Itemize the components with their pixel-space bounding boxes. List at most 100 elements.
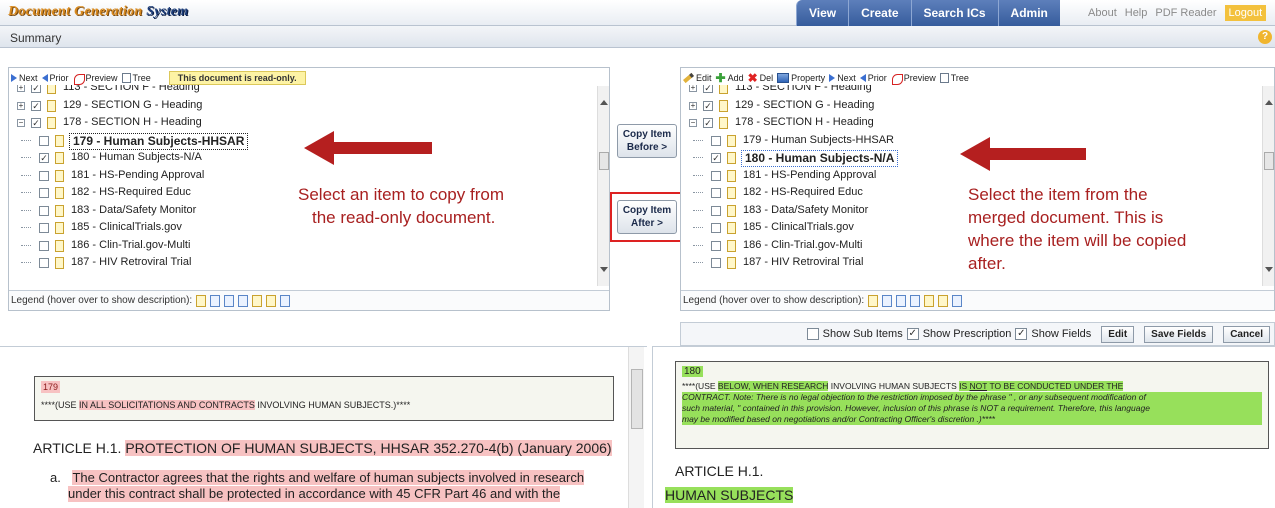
p-mid: INVOLVING HUMAN SUBJECTS (828, 381, 960, 391)
scroll-up-icon[interactable] (1265, 100, 1273, 105)
link-pdf-reader[interactable]: PDF Reader (1155, 7, 1216, 19)
right-prior-button[interactable]: Prior (859, 73, 887, 83)
scroll-down-icon[interactable] (600, 267, 608, 272)
left-preview-scrollbar[interactable] (628, 347, 644, 508)
tree-checkbox[interactable] (39, 240, 49, 251)
tree-row[interactable]: − ✓ 178 - SECTION H - Heading (683, 114, 1263, 132)
right-tree-button[interactable]: Tree (939, 73, 969, 83)
cancel-button[interactable]: Cancel (1223, 325, 1270, 343)
legend-document-icon (868, 294, 879, 307)
show-fields-label: Show Fields (1031, 328, 1092, 340)
tree-checkbox[interactable] (39, 135, 49, 146)
tree-row[interactable]: − ✓ 178 - SECTION H - Heading (11, 114, 591, 132)
tree-checkbox[interactable] (39, 205, 49, 216)
tree-checkbox[interactable] (711, 170, 721, 181)
tree-row[interactable]: 187 - HIV Retroviral Trial (11, 254, 591, 272)
copy-item-after-button[interactable]: Copy Item After > (617, 200, 677, 234)
nav-create[interactable]: Create (848, 0, 911, 26)
tree-label: Tree (950, 73, 969, 83)
legend-label: Legend (hover over to show description): (11, 295, 193, 306)
nav-admin[interactable]: Admin (997, 0, 1060, 26)
tree-checkbox[interactable]: ✓ (703, 118, 713, 128)
link-about[interactable]: About (1088, 7, 1117, 19)
app-logo: Document Generation System (8, 4, 189, 20)
expand-icon[interactable]: + (17, 85, 25, 92)
edit-button[interactable]: Edit (1101, 325, 1135, 343)
scroll-thumb[interactable] (631, 369, 643, 429)
scroll-thumb[interactable] (599, 152, 609, 170)
show-fields-checkbox[interactable]: ✓ (1015, 328, 1028, 340)
tree-checkbox[interactable] (39, 258, 49, 268)
left-tree-button[interactable]: Tree (121, 73, 151, 83)
tree-checkbox[interactable]: ✓ (711, 153, 721, 163)
tree-row-selected[interactable]: 179 - Human Subjects-HHSAR (11, 132, 591, 150)
tree-checkbox[interactable] (711, 205, 721, 216)
right-add-button[interactable]: ✚ Add (716, 72, 744, 84)
tree-checkbox[interactable] (39, 188, 49, 198)
tree-connector (21, 262, 31, 263)
save-fields-button[interactable]: Save Fields (1144, 325, 1214, 343)
right-del-button[interactable]: ✖ Del (748, 72, 774, 84)
item-number: 179 (41, 381, 61, 393)
document-icon (727, 239, 736, 252)
tree-item-label: 113 - SECTION F - Heading (735, 85, 872, 93)
prescription-box: 180 ****(USE BELOW, WHEN RESEARCH INVOLV… (675, 361, 1269, 449)
expand-icon[interactable]: + (17, 101, 25, 110)
tree-connector (21, 157, 31, 158)
right-next-button[interactable]: Next (829, 73, 856, 83)
tree-row[interactable]: ✓ 180 - Human Subjects-N/A (11, 149, 591, 167)
next-arrow-icon (829, 74, 836, 82)
show-prescription-checkbox[interactable]: ✓ (906, 328, 919, 340)
tree-checkbox[interactable] (711, 135, 721, 146)
left-preview-button[interactable]: Preview (73, 73, 118, 85)
right-tree-scrollbar[interactable] (1262, 86, 1274, 286)
tree-checkbox[interactable]: ✓ (31, 85, 41, 93)
logout-link[interactable]: Logout (1224, 5, 1267, 21)
top-links: About Help PDF Reader Logout (1088, 0, 1267, 26)
tree-row[interactable]: 186 - Clin-Trial.gov-Multi (11, 237, 591, 255)
tree-checkbox[interactable] (711, 240, 721, 251)
tree-checkbox[interactable]: ✓ (39, 153, 49, 163)
callout-line: the read-only document. (312, 208, 496, 227)
tree-row[interactable]: + ✓ 129 - SECTION G - Heading (11, 97, 591, 115)
help-icon[interactable]: ? (1258, 30, 1272, 44)
tree-row[interactable]: + ✓ 113 - SECTION F - Heading (683, 85, 1263, 97)
left-prior-button[interactable]: Prior (41, 73, 69, 83)
scroll-thumb[interactable] (1264, 152, 1274, 170)
tree-checkbox[interactable]: ✓ (31, 100, 41, 111)
scroll-up-icon[interactable] (600, 100, 608, 105)
tree-checkbox[interactable]: ✓ (31, 118, 41, 128)
tree-checkbox[interactable]: ✓ (703, 100, 713, 111)
tree-row[interactable]: + ✓ 113 - SECTION F - Heading (11, 85, 591, 97)
tree-row[interactable]: 181 - HS-Pending Approval (11, 167, 591, 185)
collapse-icon[interactable]: − (689, 119, 697, 127)
copy-item-before-button[interactable]: Copy Item Before > (617, 124, 677, 158)
tree-checkbox[interactable]: ✓ (703, 85, 713, 93)
expand-icon[interactable]: + (689, 101, 697, 110)
link-help[interactable]: Help (1125, 7, 1148, 19)
left-next-button[interactable]: Next (11, 73, 38, 83)
right-edit-button[interactable]: Edit (683, 72, 712, 84)
next-label: Next (19, 73, 38, 83)
right-preview-button[interactable]: Preview (891, 73, 936, 85)
nav-search-ics[interactable]: Search ICs (910, 0, 998, 26)
expand-icon[interactable]: + (689, 85, 697, 92)
tree-row[interactable]: + ✓ 129 - SECTION G - Heading (683, 97, 1263, 115)
right-property-button[interactable]: Property (777, 73, 825, 83)
scroll-down-icon[interactable] (1265, 267, 1273, 272)
tree-checkbox[interactable] (711, 188, 721, 198)
collapse-icon[interactable]: − (17, 119, 25, 127)
tree-checkbox[interactable] (711, 258, 721, 268)
show-sub-items-checkbox[interactable] (806, 328, 819, 340)
tree-checkbox[interactable] (39, 223, 49, 233)
nav-view[interactable]: View (796, 0, 849, 26)
p-highlight-1: BELOW, WHEN RESEARCH (717, 381, 829, 391)
tree-item-label: 187 - HIV Retroviral Trial (71, 256, 192, 268)
arrow-head (304, 131, 334, 165)
show-sub-items-label: Show Sub Items (822, 328, 903, 340)
tree-checkbox[interactable] (39, 170, 49, 181)
tree-connector (693, 139, 703, 141)
tree-checkbox[interactable] (711, 223, 721, 233)
left-tree-scrollbar[interactable] (597, 86, 609, 286)
prescription-line-2: CONTRACT. Note: There is no legal object… (682, 392, 1262, 403)
